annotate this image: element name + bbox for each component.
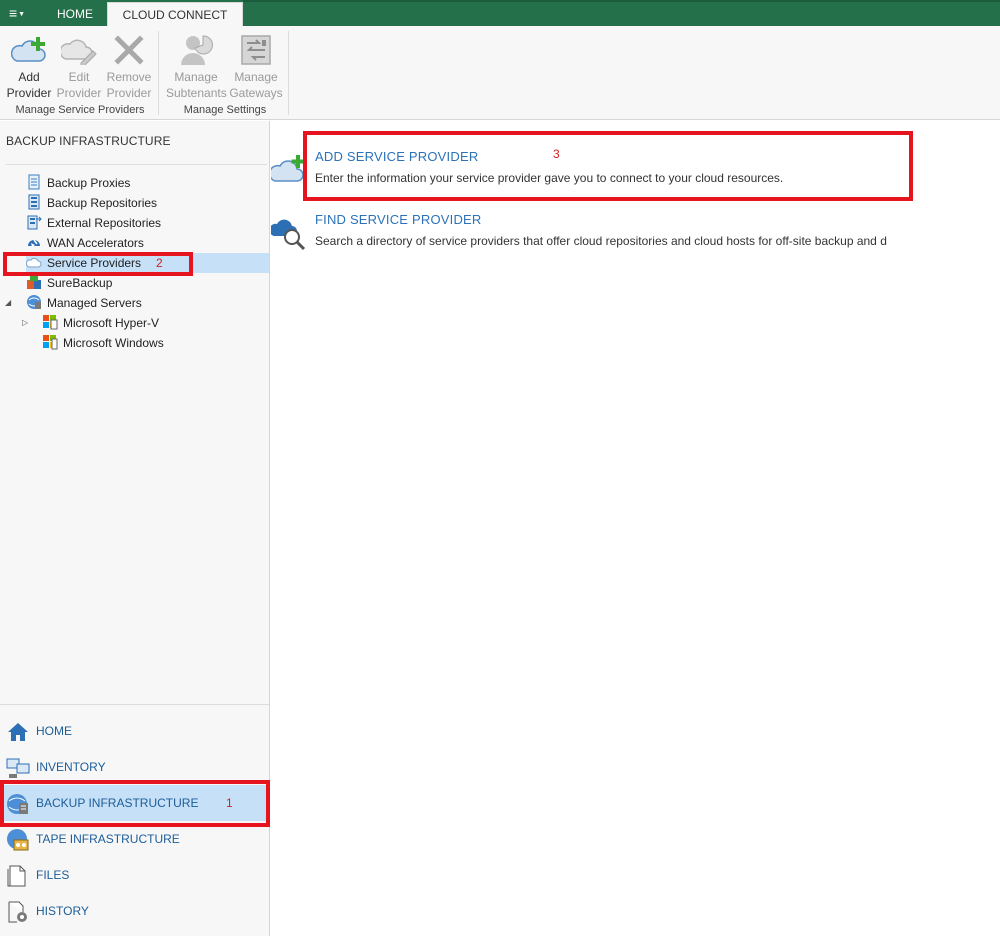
annotation-box-step-2: [3, 252, 193, 276]
nav-inventory-label: INVENTORY: [36, 760, 106, 774]
tree-item-external-repositories[interactable]: External Repositories: [26, 213, 161, 233]
backup-repository-icon: [28, 194, 40, 210]
edit-provider-label-line1: Edit: [68, 70, 90, 84]
home-icon: [8, 723, 28, 741]
managed-servers-icon: [27, 295, 41, 309]
nav-history[interactable]: HISTORY: [0, 893, 268, 929]
tree-label: Backup Repositories: [47, 196, 158, 210]
external-repository-icon: [27, 215, 42, 230]
tree-label: Microsoft Hyper-V: [63, 316, 160, 330]
cloud-edit-icon: [61, 39, 97, 65]
tree-item-microsoft-hyper-v[interactable]: ▷ Microsoft Hyper-V: [22, 313, 160, 333]
hyperv-icon: [43, 315, 58, 330]
manage-subtenants-button[interactable]: Manage Subtenants: [166, 31, 227, 101]
annotation-box-step-3: [303, 131, 913, 201]
tree-label: Managed Servers: [47, 296, 142, 310]
tree-item-microsoft-windows[interactable]: Microsoft Windows: [42, 333, 164, 353]
edit-provider-button[interactable]: Edit Provider: [54, 31, 104, 101]
remove-x-icon: [114, 35, 144, 65]
nav-files-label: FILES: [36, 868, 70, 882]
wan-accelerator-icon: [28, 239, 40, 247]
history-icon: [8, 901, 27, 923]
nav-tape-infrastructure-label: TAPE INFRASTRUCTURE: [36, 832, 180, 846]
cloud-search-icon: [271, 219, 306, 250]
cloud-add-icon: [271, 155, 305, 182]
tab-home[interactable]: HOME: [44, 0, 106, 26]
find-service-provider-description: Search a directory of service providers …: [315, 234, 887, 248]
tab-bar-top-line: [243, 0, 1000, 2]
title-tab-bar: ≡▼ HOME CLOUD CONNECT: [0, 0, 1000, 26]
expand-arrow-icon[interactable]: ▷: [22, 313, 28, 333]
pane-title-divider: [6, 164, 267, 165]
tree-item-wan-accelerators[interactable]: WAN Accelerators: [26, 233, 144, 253]
nav-home-label: HOME: [36, 724, 72, 738]
tree-item-managed-servers[interactable]: ◢ Managed Servers: [5, 293, 142, 313]
pane-title: BACKUP INFRASTRUCTURE: [6, 134, 171, 148]
user-pie-icon: [181, 35, 213, 65]
manage-subtenants-label-line1: Manage: [174, 70, 218, 84]
tape-icon: [7, 829, 29, 851]
windows-server-icon: [43, 335, 58, 350]
edit-provider-label-line2: Provider: [56, 86, 102, 100]
tree-item-backup-proxies[interactable]: Backup Proxies: [26, 173, 130, 193]
tree-label: Microsoft Windows: [63, 336, 164, 350]
cloud-add-icon: [11, 37, 46, 62]
manage-gateways-button[interactable]: Manage Gateways: [228, 31, 284, 101]
annotation-box-step-1: [0, 780, 270, 827]
tree-label: Backup Proxies: [47, 176, 131, 190]
ribbon-separator: [158, 31, 159, 115]
collapse-arrow-icon[interactable]: ◢: [5, 293, 11, 313]
find-service-provider-action[interactable]: FIND SERVICE PROVIDER Search a directory…: [271, 212, 887, 250]
add-provider-label-line2: Provider: [6, 86, 52, 100]
nav-history-label: HISTORY: [36, 904, 89, 918]
inventory-icon: [6, 758, 30, 778]
add-provider-button[interactable]: Add Provider: [4, 31, 54, 101]
tree-label: External Repositories: [47, 216, 162, 230]
files-icon: [7, 865, 26, 887]
gateway-icon: [241, 35, 271, 65]
nav-divider: [0, 704, 269, 705]
tree-label: SureBackup: [47, 276, 113, 290]
remove-provider-label-line2: Provider: [106, 86, 152, 100]
manage-gateways-label-line1: Manage: [234, 70, 278, 84]
surebackup-icon: [27, 275, 41, 289]
remove-provider-label-line1: Remove: [106, 70, 152, 84]
tree-item-surebackup[interactable]: SureBackup: [26, 273, 112, 293]
manage-gateways-label-line2: Gateways: [229, 86, 283, 100]
group-label-manage-settings: Manage Settings: [183, 104, 267, 116]
tree-label: WAN Accelerators: [47, 236, 144, 250]
find-service-provider-title[interactable]: FIND SERVICE PROVIDER: [315, 212, 887, 227]
remove-provider-button[interactable]: Remove Provider: [104, 31, 154, 101]
tree-item-backup-repositories[interactable]: Backup Repositories: [26, 193, 157, 213]
hamburger-menu-icon[interactable]: ≡▼: [0, 0, 36, 26]
nav-home[interactable]: HOME: [0, 713, 268, 749]
group-label-manage-service-providers: Manage Service Providers: [15, 104, 145, 116]
add-provider-label-line1: Add: [18, 70, 40, 84]
tab-cloud-connect[interactable]: CLOUD CONNECT: [107, 2, 243, 26]
nav-files[interactable]: FILES: [0, 857, 268, 893]
ribbon: Add Provider Edit Provider Remove Provid…: [0, 26, 1000, 120]
backup-proxy-icon: [28, 174, 40, 190]
ribbon-separator: [288, 31, 289, 115]
main-content: ADD SERVICE PROVIDER Enter the informati…: [271, 121, 1000, 936]
manage-subtenants-label-line2: Subtenants: [166, 86, 227, 100]
